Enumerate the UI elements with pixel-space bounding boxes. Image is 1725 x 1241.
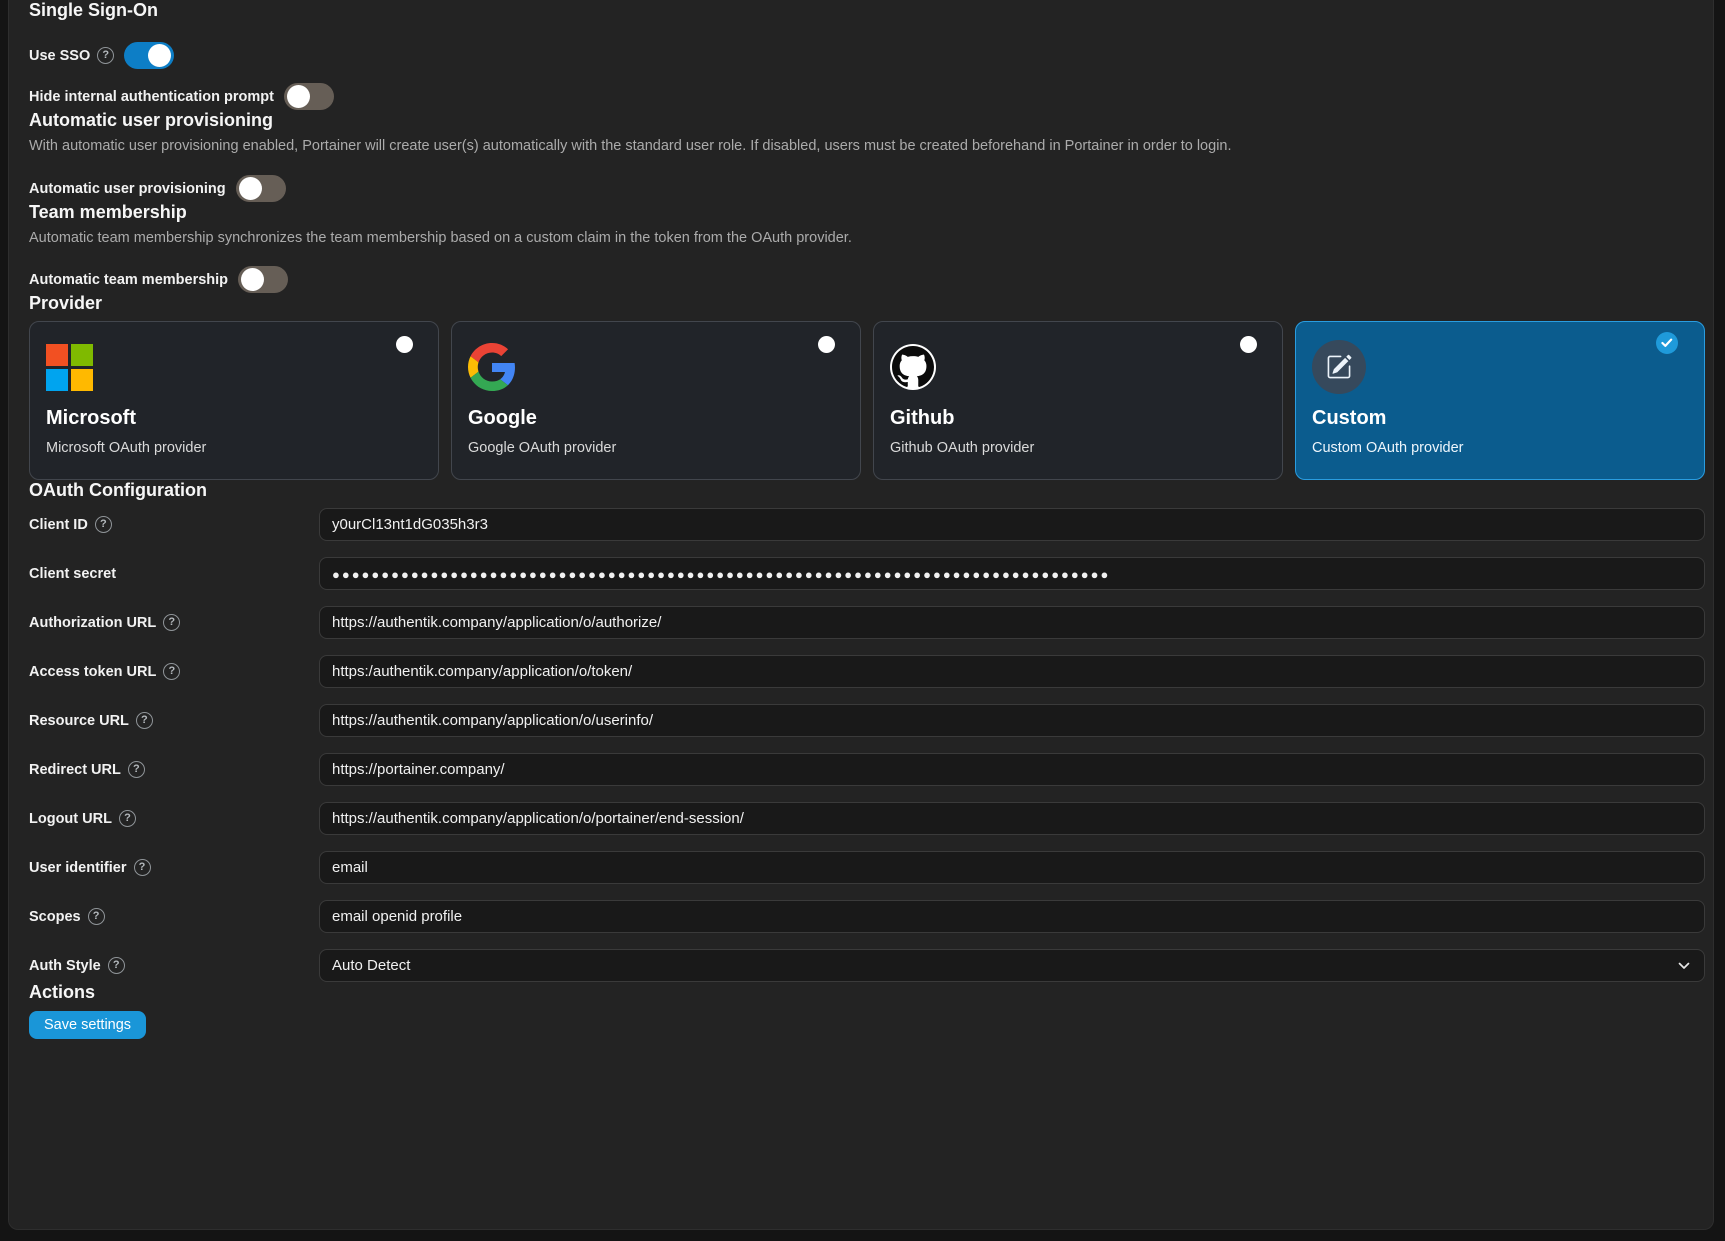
save-settings-button[interactable]: Save settings [29,1011,146,1039]
help-icon[interactable]: ? [95,516,112,533]
help-glyph: ? [168,617,175,628]
help-icon[interactable]: ? [88,908,105,925]
provider-card-google[interactable]: Google Google OAuth provider [451,321,861,480]
client-secret-row: Client secret [29,557,1705,590]
help-glyph: ? [139,862,146,873]
hide-prompt-label: Hide internal authentication prompt [29,89,274,105]
help-icon[interactable]: ? [119,810,136,827]
provider-card-title: Github [890,406,1266,430]
client-secret-label: Client secret [29,566,116,582]
radio-unselected-icon[interactable] [1240,336,1257,353]
auth-style-label: Auth Style [29,958,101,974]
team-label: Automatic team membership [29,272,228,288]
toggle-knob [148,44,171,67]
help-icon[interactable]: ? [128,761,145,778]
provider-section-title: Provider [29,293,1705,313]
toggle-knob [239,177,262,200]
radio-unselected-icon[interactable] [396,336,413,353]
access-token-url-row: Access token URL ? [29,655,1705,688]
provider-cards: Microsoft Microsoft OAuth provider Googl… [29,321,1705,480]
provider-card-github[interactable]: Github Github OAuth provider [873,321,1283,480]
github-logo-icon [890,344,936,390]
help-glyph: ? [113,960,120,971]
redirect-url-row: Redirect URL ? [29,753,1705,786]
sso-section-title: Single Sign-On [29,0,1705,20]
provider-card-custom[interactable]: Custom Custom OAuth provider [1295,321,1705,480]
use-sso-row: Use SSO ? [29,42,1705,69]
oauth-section-title: OAuth Configuration [29,480,1705,500]
resource-url-row: Resource URL ? [29,704,1705,737]
custom-edit-icon [1312,340,1366,394]
team-section-title: Team membership [29,202,1705,222]
toggle-knob [287,85,310,108]
logout-url-input[interactable] [319,802,1705,835]
team-toggle[interactable] [238,266,288,293]
help-glyph: ? [141,715,148,726]
logout-url-row: Logout URL ? [29,802,1705,835]
provisioning-toggle[interactable] [236,175,286,202]
resource-url-label: Resource URL [29,713,129,729]
radio-unselected-icon[interactable] [818,336,835,353]
provider-card-title: Microsoft [46,406,422,430]
use-sso-label: Use SSO [29,48,90,64]
user-identifier-label: User identifier [29,860,127,876]
help-glyph: ? [124,813,131,824]
help-icon[interactable]: ? [97,47,114,64]
resource-url-input[interactable] [319,704,1705,737]
client-id-row: Client ID ? [29,508,1705,541]
provider-card-microsoft[interactable]: Microsoft Microsoft OAuth provider [29,321,439,480]
scopes-input[interactable] [319,900,1705,933]
auth-style-select[interactable]: Auto Detect [319,949,1705,982]
client-id-label: Client ID [29,517,88,533]
help-icon[interactable]: ? [136,712,153,729]
access-token-url-input[interactable] [319,655,1705,688]
scopes-label: Scopes [29,909,81,925]
toggle-knob [241,268,264,291]
user-identifier-row: User identifier ? [29,851,1705,884]
hide-prompt-toggle[interactable] [284,83,334,110]
selected-check-icon [1656,332,1678,354]
provider-card-description: Github OAuth provider [890,440,1266,457]
help-glyph: ? [102,50,109,61]
logout-url-label: Logout URL [29,811,112,827]
help-icon[interactable]: ? [108,957,125,974]
user-identifier-input[interactable] [319,851,1705,884]
redirect-url-input[interactable] [319,753,1705,786]
auth-style-selected-value: Auto Detect [332,957,410,974]
provisioning-label: Automatic user provisioning [29,181,226,197]
chevron-down-icon [1678,962,1690,970]
help-icon[interactable]: ? [163,614,180,631]
use-sso-toggle[interactable] [124,42,174,69]
provisioning-row: Automatic user provisioning [29,175,1705,202]
provider-card-description: Custom OAuth provider [1312,440,1688,457]
auth-style-row: Auth Style ? Auto Detect [29,949,1705,982]
help-glyph: ? [100,519,107,530]
actions-section-title: Actions [29,982,1705,1002]
oauth-settings-panel: Single Sign-On Use SSO ? Hide internal a… [8,0,1714,1230]
help-glyph: ? [168,666,175,677]
authorization-url-input[interactable] [319,606,1705,639]
provider-card-description: Microsoft OAuth provider [46,440,422,457]
authorization-url-row: Authorization URL ? [29,606,1705,639]
microsoft-logo-icon [46,344,93,391]
provisioning-section-title: Automatic user provisioning [29,110,1705,130]
scopes-row: Scopes ? [29,900,1705,933]
provider-card-title: Custom [1312,406,1688,430]
google-logo-icon [468,343,516,391]
provider-card-description: Google OAuth provider [468,440,844,457]
hide-prompt-row: Hide internal authentication prompt [29,83,1705,110]
team-description: Automatic team membership synchronizes t… [29,230,1705,247]
team-row: Automatic team membership [29,266,1705,293]
provider-card-title: Google [468,406,844,430]
authorization-url-label: Authorization URL [29,615,156,631]
redirect-url-label: Redirect URL [29,762,121,778]
provisioning-description: With automatic user provisioning enabled… [29,138,1705,155]
help-glyph: ? [133,764,140,775]
client-secret-input[interactable] [319,557,1705,590]
help-icon[interactable]: ? [163,663,180,680]
access-token-url-label: Access token URL [29,664,156,680]
help-icon[interactable]: ? [134,859,151,876]
help-glyph: ? [93,911,100,922]
client-id-input[interactable] [319,508,1705,541]
